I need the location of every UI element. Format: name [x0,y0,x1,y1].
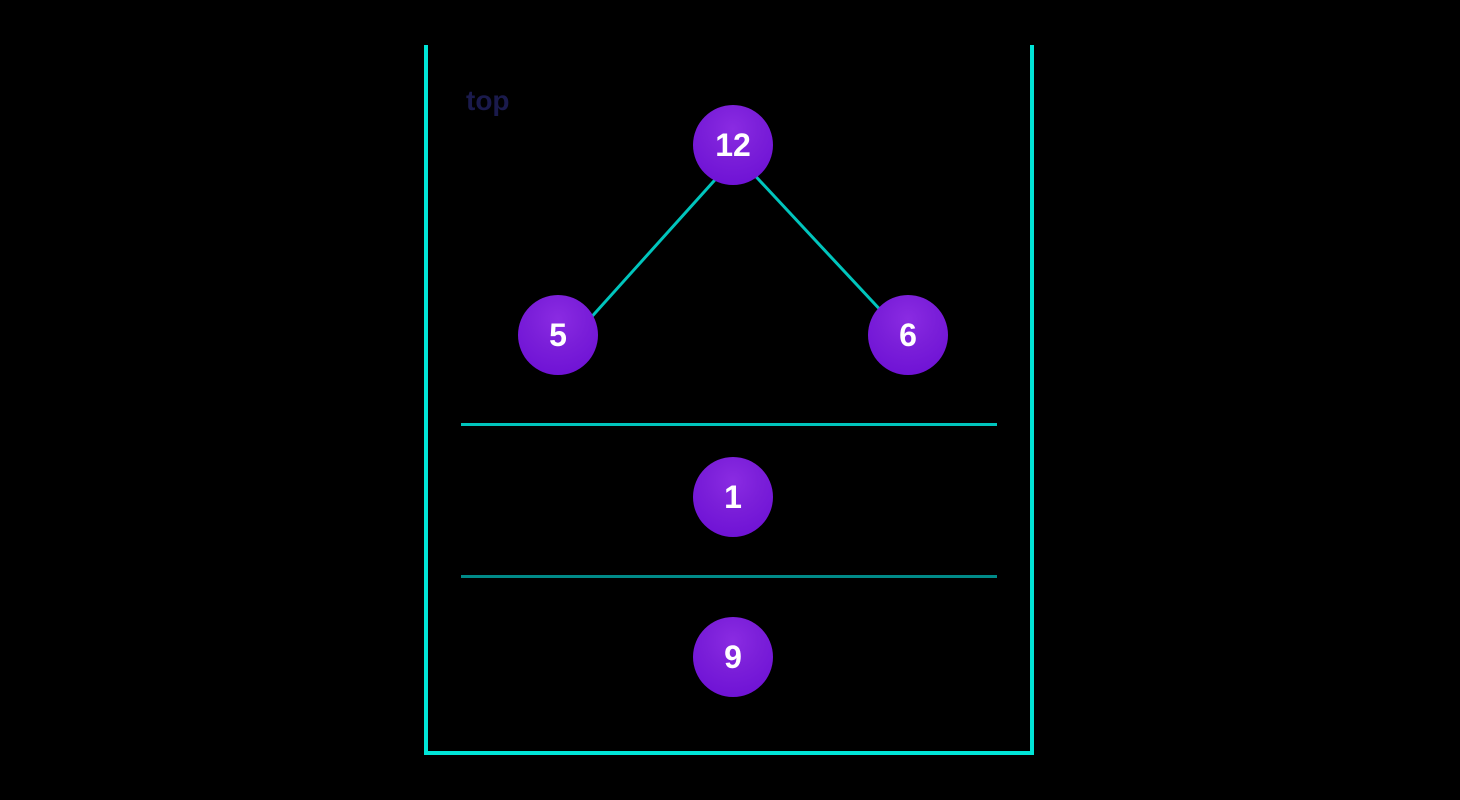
tree-node-left: 5 [518,295,598,375]
stack-node-bottom: 9 [693,617,773,697]
stack-cell-top: 12 5 6 [428,45,1030,423]
tree-node-root: 12 [693,105,773,185]
stack-container: top 12 5 6 1 9 [424,45,1034,755]
stack-cell-middle: 1 [428,423,1030,575]
stack-node-middle: 1 [693,457,773,537]
tree-node-right: 6 [868,295,948,375]
stack-cell-bottom: 9 [428,575,1030,751]
